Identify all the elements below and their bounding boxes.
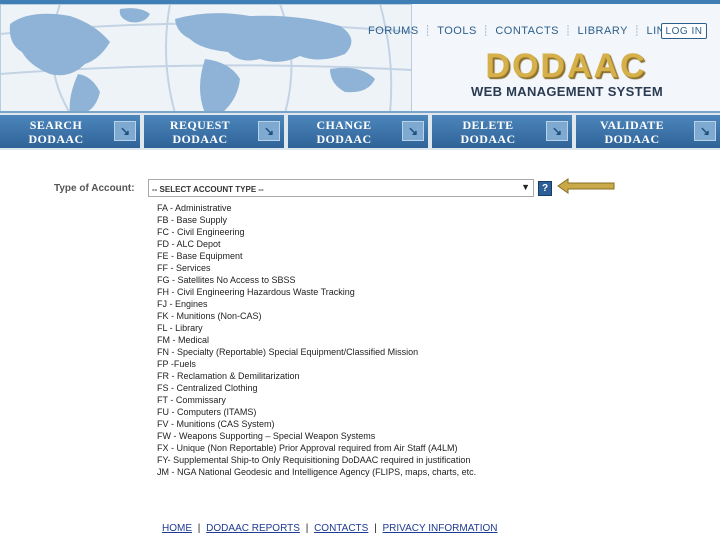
nav-item-label: REQUEST DODAAC <box>144 118 256 146</box>
help-icon[interactable]: ? <box>538 181 552 196</box>
nav-label-line1: SEARCH <box>29 118 83 132</box>
nav-label-line2: DODAAC <box>28 132 84 146</box>
nav-label-line2: DODAAC <box>460 132 516 146</box>
nav-request-dodaac[interactable]: REQUEST DODAAC ↘ <box>144 115 286 148</box>
nav-label-line2: DODAAC <box>604 132 660 146</box>
account-type-option[interactable]: FU - Computers (ITAMS) <box>157 406 577 418</box>
account-type-option[interactable]: FD - ALC Depot <box>157 238 577 250</box>
dodaac-logo: DODAAC <box>485 47 647 85</box>
account-type-option[interactable]: FA - Administrative <box>157 202 577 214</box>
nav-item-label: VALIDATE DODAAC <box>576 118 688 146</box>
account-type-label: Type of Account: <box>54 183 135 194</box>
account-type-option[interactable]: FY- Supplemental Ship-to Only Requisitio… <box>157 454 577 466</box>
account-type-option[interactable]: FJ - Engines <box>157 298 577 310</box>
topnav-forums-link[interactable]: FORUMS <box>362 25 425 37</box>
nav-validate-dodaac[interactable]: VALIDATE DODAAC ↘ <box>576 115 720 148</box>
footer-privacy-information-link[interactable]: PRIVACY INFORMATION <box>383 523 498 534</box>
topnav-library-link[interactable]: LIBRARY <box>572 25 634 37</box>
nav-item-label: CHANGE DODAAC <box>288 118 400 146</box>
nav-label-line2: DODAAC <box>172 132 228 146</box>
account-type-option[interactable]: FW - Weapons Supporting – Special Weapon… <box>157 430 577 442</box>
account-type-select[interactable]: -- SELECT ACCOUNT TYPE -- ▼ <box>148 179 534 197</box>
account-type-option[interactable]: FB - Base Supply <box>157 214 577 226</box>
footer-separator: | <box>305 523 309 534</box>
world-map-banner <box>0 4 412 111</box>
nav-label-line2: DODAAC <box>316 132 372 146</box>
nav-delete-dodaac[interactable]: DELETE DODAAC ↘ <box>432 115 574 148</box>
account-type-option[interactable]: FM - Medical <box>157 334 577 346</box>
account-type-option[interactable]: FX - Unique (Non Reportable) Prior Appro… <box>157 442 577 454</box>
account-type-option[interactable]: FK - Munitions (Non-CAS) <box>157 310 577 322</box>
account-type-option[interactable]: FN - Specialty (Reportable) Special Equi… <box>157 346 577 358</box>
account-type-option[interactable]: FL - Library <box>157 322 577 334</box>
nav-label-line1: REQUEST <box>169 118 231 132</box>
nav-item-label: DELETE DODAAC <box>432 118 544 146</box>
account-type-option[interactable]: FR - Reclamation & Demilitarization <box>157 370 577 382</box>
nav-change-dodaac[interactable]: CHANGE DODAAC ↘ <box>288 115 430 148</box>
account-type-option[interactable]: FG - Satellites No Access to SBSS <box>157 274 577 286</box>
footer-separator: | <box>197 523 201 534</box>
nav-label-line1: DELETE <box>462 118 514 132</box>
topnav-tools-link[interactable]: TOOLS <box>431 25 483 37</box>
account-type-option[interactable]: FF - Services <box>157 262 577 274</box>
account-type-option[interactable]: FS - Centralized Clothing <box>157 382 577 394</box>
account-type-option[interactable]: FE - Base Equipment <box>157 250 577 262</box>
site-header: FORUMS ┊ TOOLS ┊ CONTACTS ┊ LIBRARY ┊ LI… <box>0 0 720 113</box>
arrow-down-right-icon: ↘ <box>546 121 568 141</box>
arrow-down-right-icon: ↘ <box>114 121 136 141</box>
nav-label-line1: CHANGE <box>316 118 372 132</box>
top-navigation: FORUMS ┊ TOOLS ┊ CONTACTS ┊ LIBRARY ┊ LI… <box>362 20 687 42</box>
footer-separator: | <box>374 523 377 534</box>
arrow-down-right-icon: ↘ <box>402 121 424 141</box>
footer-dodaac-reports-link[interactable]: DODAAC REPORTS <box>206 523 300 534</box>
account-type-option[interactable]: FV - Munitions (CAS System) <box>157 418 577 430</box>
pointer-arrow-icon <box>557 178 615 194</box>
footer-home-link[interactable]: HOME <box>162 523 192 534</box>
account-type-options-list: FA - Administrative FB - Base Supply FC … <box>157 202 577 478</box>
account-type-option[interactable]: FP -Fuels <box>157 358 577 370</box>
account-type-option[interactable]: FC - Civil Engineering <box>157 226 577 238</box>
dropdown-caret-icon: ▼ <box>521 182 530 192</box>
footer-links: HOME | DODAAC REPORTS | CONTACTS | PRIVA… <box>162 523 498 534</box>
nav-item-label: SEARCH DODAAC <box>0 118 112 146</box>
nav-label-line1: VALIDATE <box>599 118 665 132</box>
topnav-contacts-link[interactable]: CONTACTS <box>489 25 565 37</box>
account-type-selected-value: -- SELECT ACCOUNT TYPE -- <box>152 185 264 194</box>
login-button[interactable]: LOG IN <box>661 23 707 39</box>
account-type-option[interactable]: JM - NGA National Geodesic and Intellige… <box>157 466 577 478</box>
footer-contacts-link[interactable]: CONTACTS <box>314 523 368 534</box>
account-type-option[interactable]: FH - Civil Engineering Hazardous Waste T… <box>157 286 577 298</box>
nav-search-dodaac[interactable]: SEARCH DODAAC ↘ <box>0 115 142 148</box>
site-tagline: WEB MANAGEMENT SYSTEM <box>471 84 663 99</box>
account-type-option[interactable]: FT - Commissary <box>157 394 577 406</box>
arrow-down-right-icon: ↘ <box>258 121 280 141</box>
main-navigation-bar: SEARCH DODAAC ↘ REQUEST DODAAC ↘ CHANGE … <box>0 113 720 150</box>
arrow-down-right-icon: ↘ <box>694 121 716 141</box>
